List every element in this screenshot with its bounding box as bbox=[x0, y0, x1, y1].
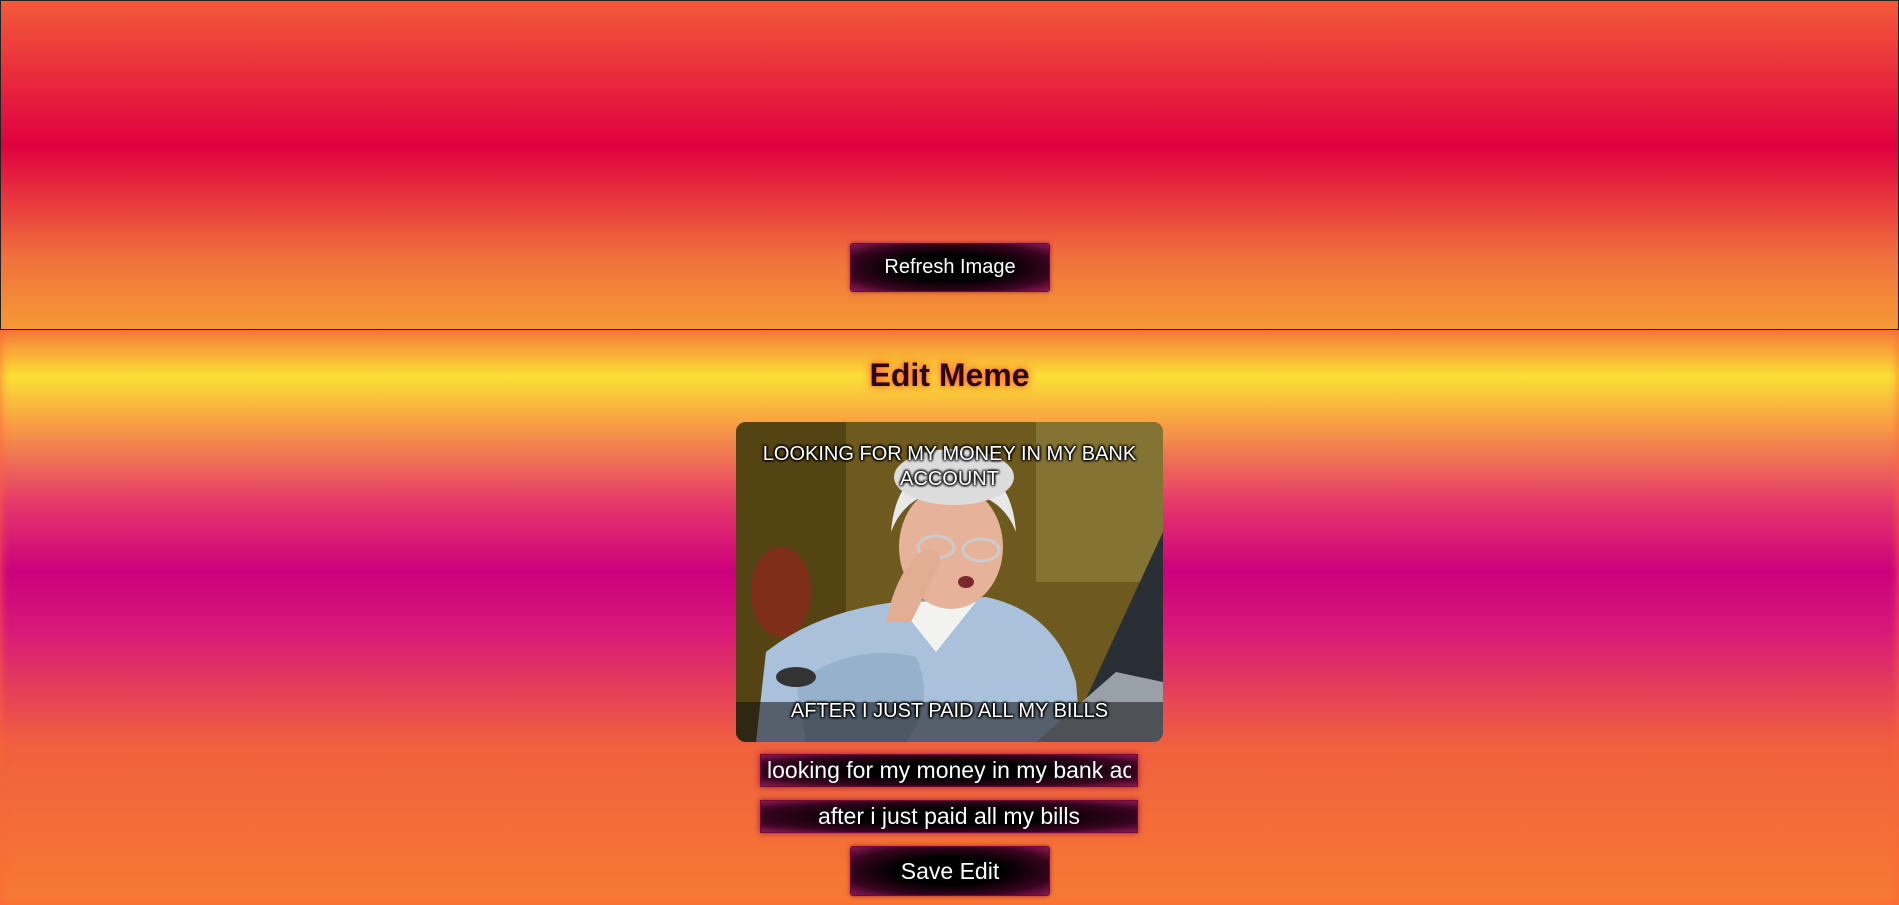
meme-image: LOOKING FOR MY MONEY IN MY BANK ACCOUNT … bbox=[736, 422, 1163, 742]
edit-meme-section: Edit Meme LOOKING FOR MY MONEY IN MY BAN… bbox=[0, 330, 1899, 905]
page-title: Edit Meme bbox=[869, 357, 1030, 393]
meme-top-text: LOOKING FOR MY MONEY IN MY BANK ACCOUNT bbox=[762, 443, 1137, 490]
meme-bottom-text: AFTER I JUST PAID ALL MY BILLS bbox=[790, 700, 1109, 722]
top-caption-input[interactable] bbox=[760, 754, 1138, 787]
bottom-caption-input[interactable] bbox=[760, 800, 1138, 833]
refresh-image-button[interactable]: Refresh Image bbox=[850, 243, 1050, 292]
top-section: Refresh Image bbox=[0, 0, 1899, 331]
save-edit-button[interactable]: Save Edit bbox=[850, 846, 1050, 896]
